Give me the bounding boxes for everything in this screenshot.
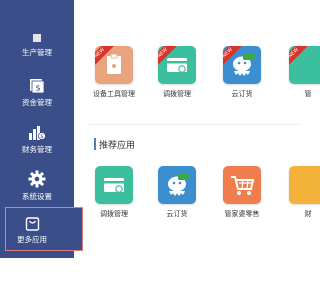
shopping-bag-icon: [25, 217, 39, 231]
section-accent-bar: [94, 138, 96, 150]
app-transfer-management-recommended[interactable]: 调拨管理: [92, 166, 136, 219]
app-tile: NEW: [95, 46, 133, 84]
app-transfer-management[interactable]: NEW 调拨管理: [155, 46, 199, 99]
app-label: 设备工具管理: [93, 90, 135, 98]
app-tile: [289, 166, 320, 204]
sidebar-item-label: 财务管理: [22, 145, 52, 154]
app-retail-cart[interactable]: 管家婆零售: [220, 166, 264, 219]
sidebar-item-label: 资金管理: [22, 98, 52, 107]
app-tile: [95, 166, 133, 204]
section-divider: [88, 124, 300, 125]
finance-chart-icon: $: [29, 126, 46, 140]
app-tile: [158, 166, 196, 204]
card-icon: [104, 178, 124, 193]
app-label: 调拨管理: [163, 90, 191, 98]
app-label: 管: [304, 90, 312, 98]
sidebar-item-label: 更多应用: [17, 235, 47, 244]
sidebar-item-funds[interactable]: $ 资金管理: [0, 78, 74, 108]
octopus-icon: [233, 54, 255, 76]
app-label: 云订货: [166, 210, 188, 218]
app-partial-right[interactable]: NEW 管: [286, 46, 320, 99]
cart-icon: [231, 176, 255, 195]
sidebar-item-finance[interactable]: $ 财务管理: [0, 125, 74, 155]
page-bottom-area: [0, 258, 300, 300]
app-label: 云订货: [231, 90, 253, 98]
app-finance-partial[interactable]: 财: [286, 166, 320, 219]
sidebar-item-more-apps[interactable]: 更多应用: [8, 216, 56, 245]
app-tile: [223, 166, 261, 204]
new-badge: NEW: [289, 46, 308, 68]
svg-text:$: $: [40, 134, 43, 140]
app-label: 财: [304, 210, 312, 218]
app-cloud-order[interactable]: NEW 云订货: [220, 46, 264, 99]
app-cloud-order-recommended[interactable]: 云订货: [155, 166, 199, 219]
gear-icon: [28, 170, 46, 188]
app-label: 管家婆零售: [224, 210, 260, 218]
production-icon: [33, 34, 41, 42]
card-icon: [167, 58, 187, 73]
sidebar-item-label: 系统设置: [22, 192, 52, 201]
section-title: 推荐应用: [99, 141, 136, 151]
app-tile: NEW: [223, 46, 261, 84]
app-tile: NEW: [158, 46, 196, 84]
money-icon: $: [30, 79, 45, 94]
svg-text:$: $: [35, 84, 40, 93]
sidebar-item-production[interactable]: 生产管理: [0, 34, 74, 58]
app-equipment-tools[interactable]: NEW 设备工具管理: [92, 46, 136, 99]
octopus-icon: [168, 174, 190, 196]
sidebar-item-settings[interactable]: 系统设置: [0, 170, 74, 202]
clipboard-icon: [107, 53, 121, 74]
sidebar-item-label: 生产管理: [22, 48, 52, 57]
app-label: 调拨管理: [100, 210, 128, 218]
app-tile: NEW: [289, 46, 320, 84]
